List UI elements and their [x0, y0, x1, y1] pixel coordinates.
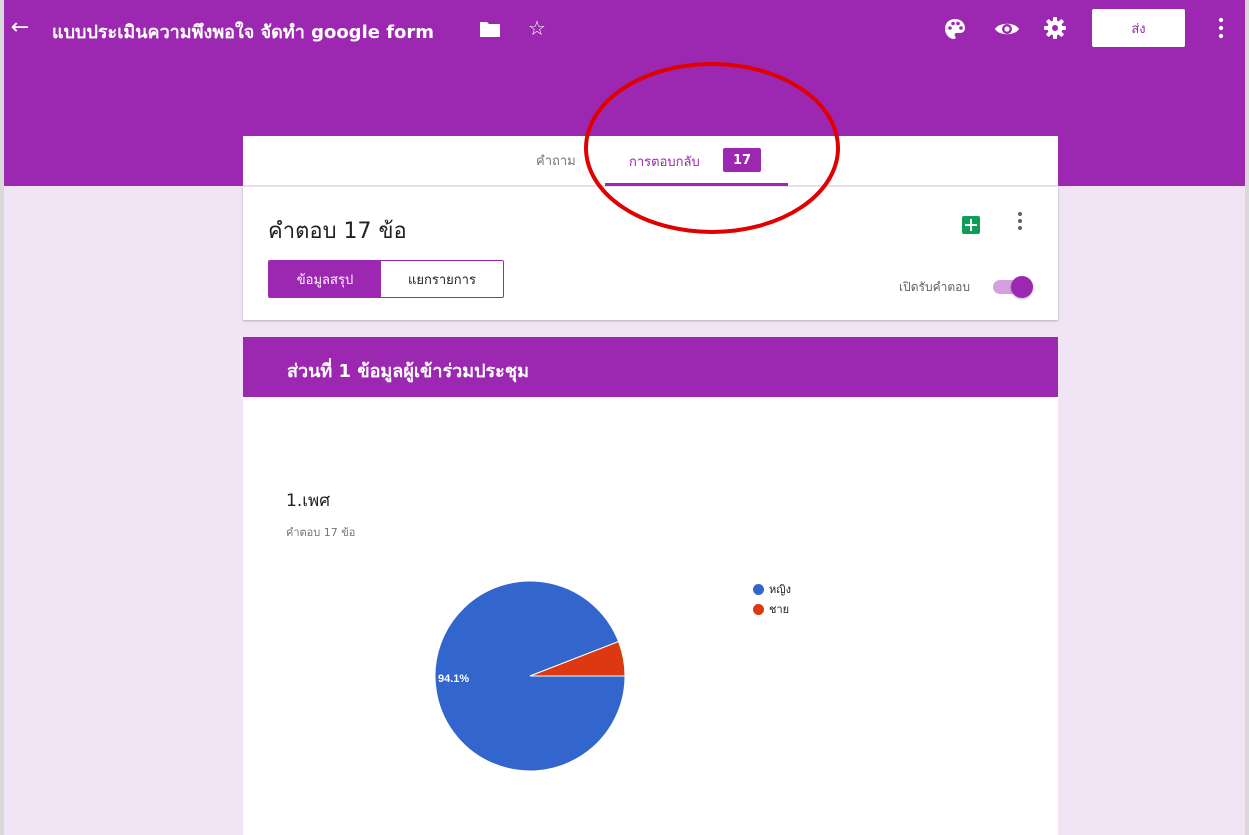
view-segmented-control: ข้อมูลสรุป แยกรายการ: [268, 260, 504, 298]
more-vert-icon[interactable]: [1217, 17, 1225, 39]
legend-label: หญิง: [769, 583, 791, 596]
back-arrow-icon[interactable]: ←: [8, 16, 32, 40]
chart-legend: หญิงชาย: [753, 579, 791, 619]
legend-swatch: [753, 583, 764, 595]
more-options-icon[interactable]: [1016, 211, 1024, 231]
tabs-bar: คำถาม การตอบกลับ 17: [243, 136, 1058, 186]
section-title: ส่วนที่ 1 ข้อมูลผู้เข้าร่วมประชุม: [287, 361, 529, 382]
pie-data-label: 94.1%: [438, 673, 469, 685]
toggle-thumb: [1011, 276, 1033, 298]
response-count-heading: คำตอบ 17 ข้อ: [268, 219, 407, 244]
individual-view-button[interactable]: แยกรายการ: [381, 261, 503, 297]
tab-questions[interactable]: คำถาม: [536, 150, 576, 171]
question-response-count: คำตอบ 17 ข้อ: [286, 526, 356, 539]
star-icon[interactable]: ☆: [528, 16, 546, 40]
preview-eye-icon[interactable]: [994, 20, 1020, 38]
google-sheets-icon[interactable]: [962, 216, 980, 234]
responses-summary-card: คำตอบ 17 ข้อ ข้อมูลสรุป แยกรายการ เปิดรั…: [243, 187, 1058, 320]
palette-icon[interactable]: [944, 18, 966, 40]
legend-item: ชาย: [753, 599, 791, 619]
settings-gear-icon[interactable]: [1044, 17, 1066, 39]
accepting-responses-toggle[interactable]: [991, 275, 1033, 299]
section-header: ส่วนที่ 1 ข้อมูลผู้เข้าร่วมประชุม: [243, 337, 1058, 397]
section-card: ส่วนที่ 1 ข้อมูลผู้เข้าร่วมประชุม 1.เพศ …: [243, 337, 1058, 835]
accepting-responses-label: เปิดรับคำตอบ: [899, 280, 970, 294]
legend-item: หญิง: [753, 579, 791, 599]
legend-swatch: [753, 603, 764, 615]
pie-chart: 94.1%: [434, 580, 626, 772]
responses-count-badge: 17: [723, 148, 761, 172]
form-title[interactable]: แบบประเมินความพึงพอใจ จัดทำ google form: [52, 17, 434, 46]
question-title: 1.เพศ: [286, 491, 331, 511]
tab-responses[interactable]: การตอบกลับ 17: [605, 136, 788, 186]
summary-view-button[interactable]: ข้อมูลสรุป: [269, 261, 381, 297]
legend-label: ชาย: [769, 603, 790, 616]
tab-responses-label: การตอบกลับ: [629, 155, 700, 170]
active-tab-indicator: [605, 183, 788, 186]
folder-icon[interactable]: [479, 20, 501, 38]
send-button[interactable]: ส่ง: [1092, 9, 1185, 47]
